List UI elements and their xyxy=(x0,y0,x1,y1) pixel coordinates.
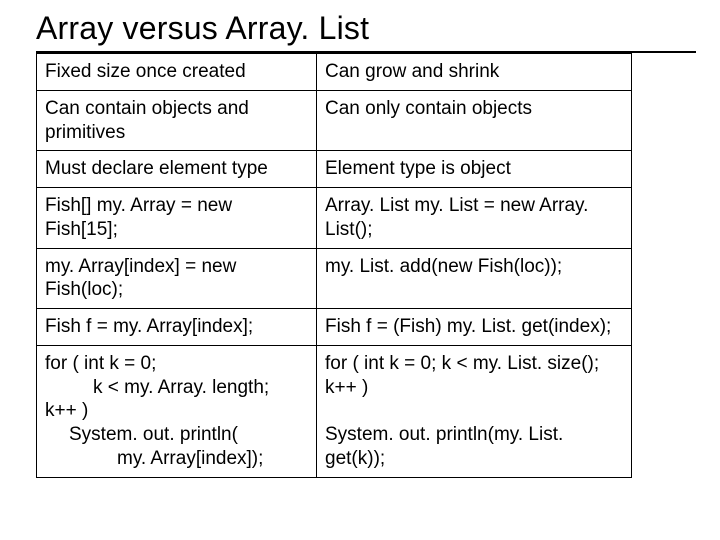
slide-title: Array versus Array. List xyxy=(36,10,702,47)
code-line: my. Array[index]); xyxy=(45,447,308,471)
cell-arraylist: Can only contain objects xyxy=(317,90,632,151)
table-row: Can contain objects and primitives Can o… xyxy=(37,90,632,151)
cell-arraylist: Element type is object xyxy=(317,151,632,188)
code-line: for ( int k = 0; k < my. List. size(); k… xyxy=(325,353,599,398)
cell-arraylist: my. List. add(new Fish(loc)); xyxy=(317,248,632,309)
slide: Array versus Array. List Fixed size once… xyxy=(0,0,720,540)
cell-array: Fish[] my. Array = new Fish[15]; xyxy=(37,188,317,249)
code-line: for ( int k = 0; xyxy=(45,353,156,374)
cell-arraylist: for ( int k = 0; k < my. List. size(); k… xyxy=(317,345,632,477)
table-row: for ( int k = 0; k < my. Array. length; … xyxy=(37,345,632,477)
table-row: Fixed size once created Can grow and shr… xyxy=(37,54,632,91)
cell-array: Must declare element type xyxy=(37,151,317,188)
cell-array: Can contain objects and primitives xyxy=(37,90,317,151)
cell-arraylist: Array. List my. List = new Array. List()… xyxy=(317,188,632,249)
table-row: Fish[] my. Array = new Fish[15]; Array. … xyxy=(37,188,632,249)
cell-array: Fish f = my. Array[index]; xyxy=(37,309,317,346)
table-row: my. Array[index] = new Fish(loc); my. Li… xyxy=(37,248,632,309)
cell-arraylist: Fish f = (Fish) my. List. get(index); xyxy=(317,309,632,346)
code-line: k < my. Array. length; xyxy=(45,376,308,400)
comparison-table: Fixed size once created Can grow and shr… xyxy=(36,53,632,478)
table-row: Must declare element type Element type i… xyxy=(37,151,632,188)
cell-arraylist: Can grow and shrink xyxy=(317,54,632,91)
code-line: System. out. println(my. List. get(k)); xyxy=(325,424,563,469)
table-row: Fish f = my. Array[index]; Fish f = (Fis… xyxy=(37,309,632,346)
cell-array: Fixed size once created xyxy=(37,54,317,91)
cell-array: my. Array[index] = new Fish(loc); xyxy=(37,248,317,309)
cell-array: for ( int k = 0; k < my. Array. length; … xyxy=(37,345,317,477)
code-line: k++ ) xyxy=(45,400,88,421)
code-line: System. out. println( xyxy=(45,423,308,447)
